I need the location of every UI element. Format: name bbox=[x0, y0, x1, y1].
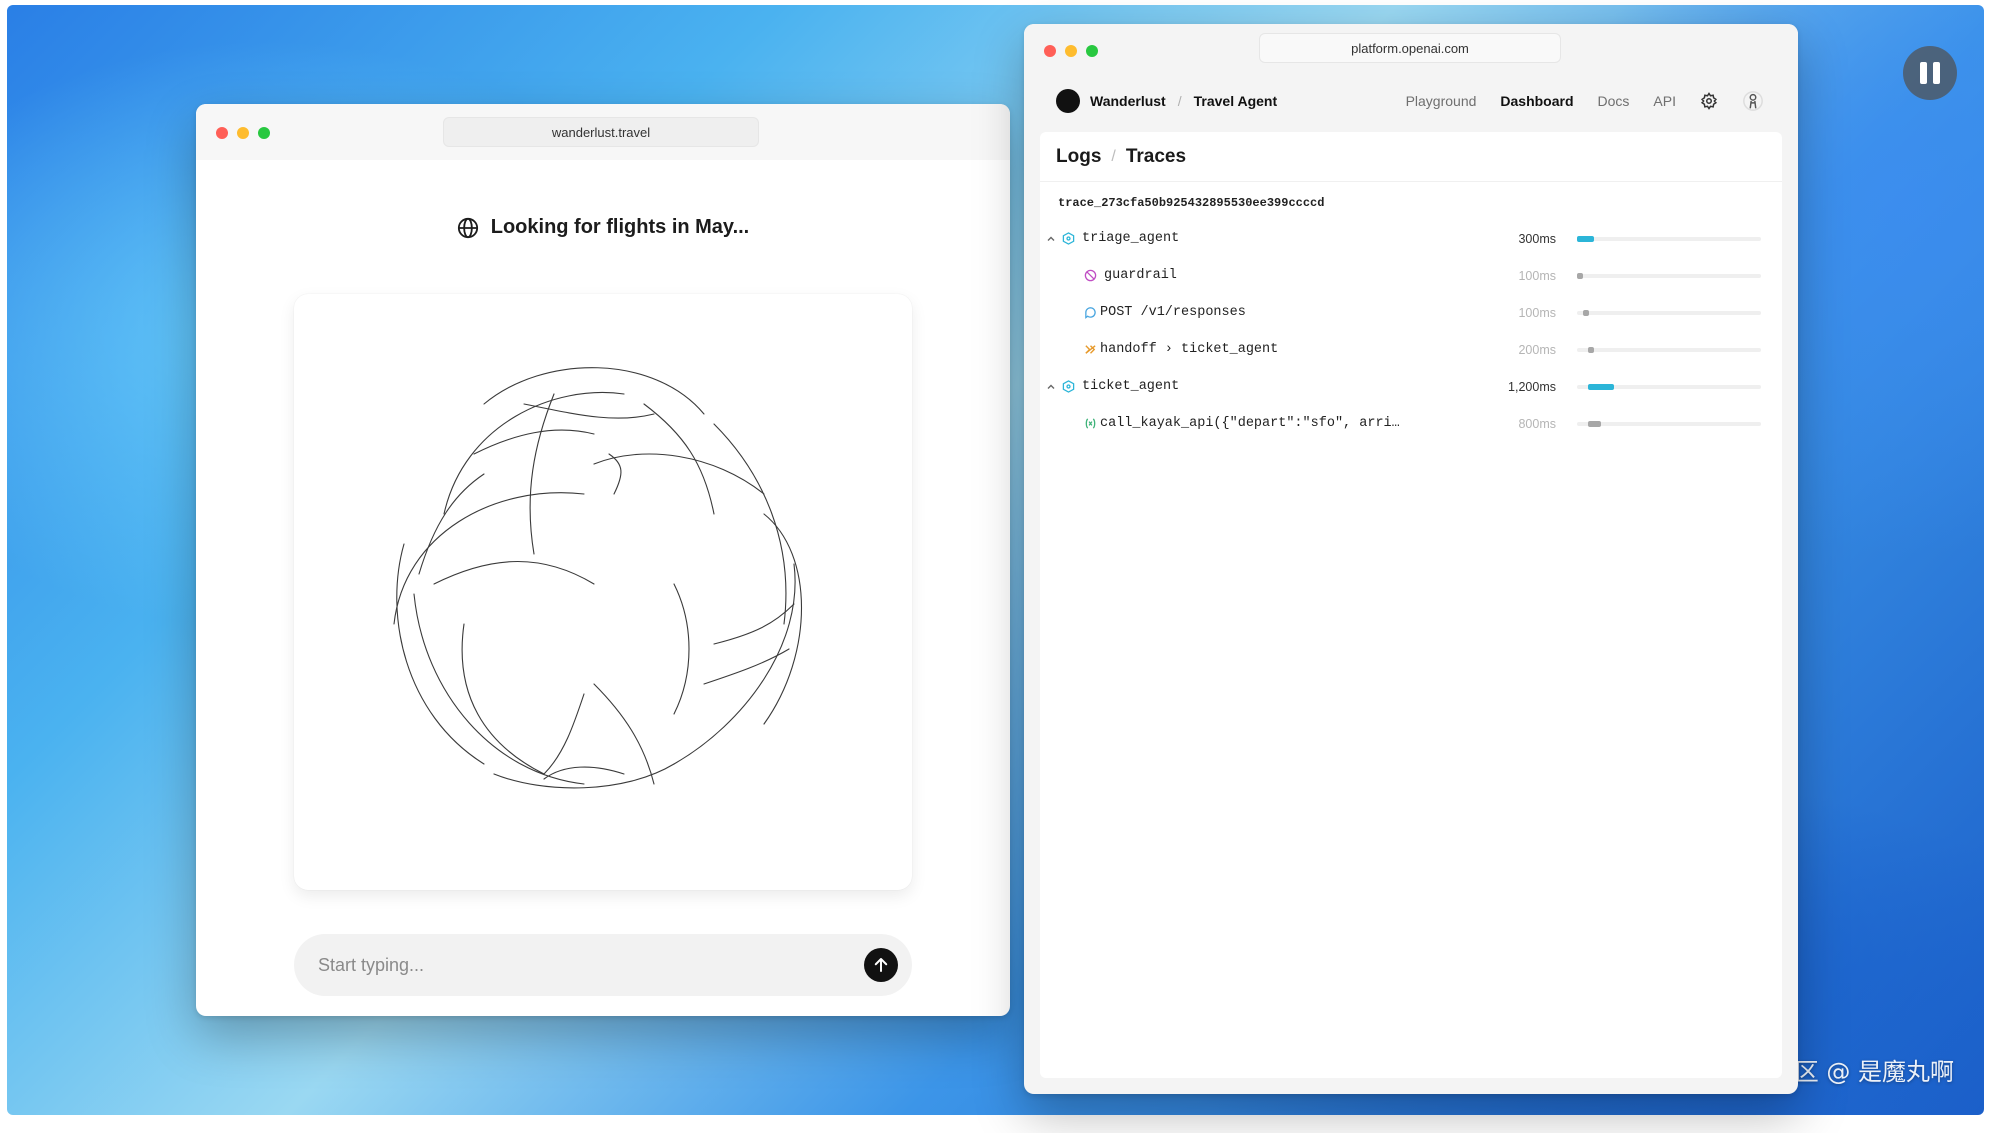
trace-row-guardrail[interactable]: guardrail 100ms bbox=[1040, 257, 1782, 294]
chevron-up-icon[interactable] bbox=[1046, 382, 1056, 392]
trace-row-label: ticket_agent bbox=[1082, 379, 1180, 394]
close-window-button[interactable] bbox=[1044, 45, 1056, 57]
trace-row-label: call_kayak_api({"depart":"sfo", arri… bbox=[1100, 416, 1400, 431]
window-controls bbox=[1044, 45, 1098, 57]
agent-icon bbox=[1062, 232, 1075, 245]
nav-link-api[interactable]: API bbox=[1653, 93, 1676, 109]
trace-timeline-bar bbox=[1577, 235, 1594, 242]
trace-row-ticket-agent[interactable]: ticket_agent 1,200ms bbox=[1040, 368, 1782, 405]
globe-icon bbox=[457, 217, 478, 238]
gear-icon[interactable] bbox=[1700, 92, 1718, 110]
agent-icon bbox=[1062, 380, 1075, 393]
address-bar[interactable]: platform.openai.com bbox=[1259, 33, 1561, 63]
minimize-window-button[interactable] bbox=[1065, 45, 1077, 57]
trace-timeline-track bbox=[1577, 309, 1761, 316]
nav-link-playground[interactable]: Playground bbox=[1406, 93, 1477, 109]
send-button[interactable] bbox=[864, 948, 898, 982]
close-window-button[interactable] bbox=[216, 127, 228, 139]
trace-row-duration: 1,200ms bbox=[1508, 379, 1556, 394]
function-icon bbox=[1085, 418, 1096, 429]
trace-timeline-bar bbox=[1588, 346, 1594, 353]
pause-icon-bar bbox=[1933, 62, 1940, 84]
browser-window-wanderlust: wanderlust.travel Looking for flights in… bbox=[196, 104, 1010, 1016]
browser-window-platform: platform.openai.com Wanderlust / Travel … bbox=[1024, 24, 1798, 1094]
nav-link-dashboard[interactable]: Dashboard bbox=[1500, 93, 1573, 109]
maximize-window-button[interactable] bbox=[1086, 45, 1098, 57]
traces-panel: Logs / Traces trace_273cfa50b92543289553… bbox=[1040, 132, 1782, 1078]
trace-row-label: triage_agent bbox=[1082, 231, 1180, 246]
chat-input[interactable] bbox=[318, 954, 864, 976]
arrow-up-icon bbox=[874, 958, 888, 972]
breadcrumb-traces[interactable]: Traces bbox=[1126, 146, 1186, 168]
trace-row-handoff[interactable]: handoff › ticket_agent 200ms bbox=[1040, 331, 1782, 368]
minimize-window-button[interactable] bbox=[237, 127, 249, 139]
trace-timeline-bar bbox=[1583, 309, 1589, 316]
trace-timeline-track bbox=[1577, 346, 1761, 353]
chat-input-bar bbox=[294, 934, 912, 996]
trace-row-post-responses[interactable]: POST /v1/responses 100ms bbox=[1040, 294, 1782, 331]
agent-status: Looking for flights in May... bbox=[196, 216, 1010, 239]
platform-navbar: Wanderlust / Travel Agent Playground Das… bbox=[1024, 76, 1798, 126]
address-bar[interactable]: wanderlust.travel bbox=[443, 117, 759, 147]
pause-button[interactable] bbox=[1903, 46, 1957, 100]
trace-timeline-bar bbox=[1577, 272, 1583, 279]
response-icon bbox=[1085, 307, 1096, 319]
trace-timeline-bar bbox=[1588, 420, 1601, 427]
trace-id: trace_273cfa50b925432895530ee399ccccd bbox=[1058, 196, 1325, 210]
breadcrumb-logs[interactable]: Logs bbox=[1056, 146, 1101, 168]
trace-row-label: handoff › ticket_agent bbox=[1100, 342, 1279, 357]
chevron-up-icon[interactable] bbox=[1046, 234, 1056, 244]
trace-row-duration: 800ms bbox=[1518, 416, 1556, 431]
breadcrumb-separator: / bbox=[1111, 147, 1116, 165]
trace-timeline-bar bbox=[1588, 383, 1614, 390]
trace-timeline-track bbox=[1577, 272, 1761, 279]
trace-row-label: guardrail bbox=[1104, 268, 1177, 283]
trace-row-duration: 300ms bbox=[1518, 231, 1556, 246]
agent-status-text: Looking for flights in May... bbox=[490, 216, 750, 238]
trace-row-call-kayak-api[interactable]: call_kayak_api({"depart":"sfo", arri… 80… bbox=[1040, 405, 1782, 442]
org-avatar[interactable] bbox=[1056, 89, 1080, 113]
handoff-icon bbox=[1085, 345, 1096, 354]
user-avatar-icon[interactable] bbox=[1742, 90, 1764, 112]
trace-row-duration: 100ms bbox=[1518, 268, 1556, 283]
trace-tree: triage_agent 300ms guardrail 100ms POST … bbox=[1040, 220, 1782, 442]
breadcrumb-project[interactable]: Travel Agent bbox=[1194, 93, 1278, 109]
nav-link-docs[interactable]: Docs bbox=[1598, 93, 1630, 109]
trace-timeline-track bbox=[1577, 235, 1761, 242]
trace-row-label: POST /v1/responses bbox=[1100, 305, 1246, 320]
maximize-window-button[interactable] bbox=[258, 127, 270, 139]
panel-breadcrumb: Logs / Traces bbox=[1040, 132, 1782, 182]
breadcrumb-separator: / bbox=[1177, 93, 1182, 109]
window-titlebar: wanderlust.travel bbox=[196, 104, 1010, 160]
window-controls bbox=[216, 127, 270, 139]
trace-row-duration: 200ms bbox=[1518, 342, 1556, 357]
sketch-globe-animation bbox=[393, 367, 803, 789]
nav-links: Playground Dashboard Docs API bbox=[1406, 90, 1764, 112]
guardrail-icon bbox=[1084, 269, 1097, 282]
breadcrumb-org[interactable]: Wanderlust bbox=[1090, 93, 1166, 109]
trace-row-triage-agent[interactable]: triage_agent 300ms bbox=[1040, 220, 1782, 257]
trace-timeline-track bbox=[1577, 383, 1761, 390]
trace-timeline-track bbox=[1577, 420, 1761, 427]
window-titlebar: platform.openai.com bbox=[1024, 24, 1798, 76]
pause-icon-bar bbox=[1920, 62, 1927, 84]
trace-row-duration: 100ms bbox=[1518, 305, 1556, 320]
animation-card bbox=[294, 294, 912, 890]
